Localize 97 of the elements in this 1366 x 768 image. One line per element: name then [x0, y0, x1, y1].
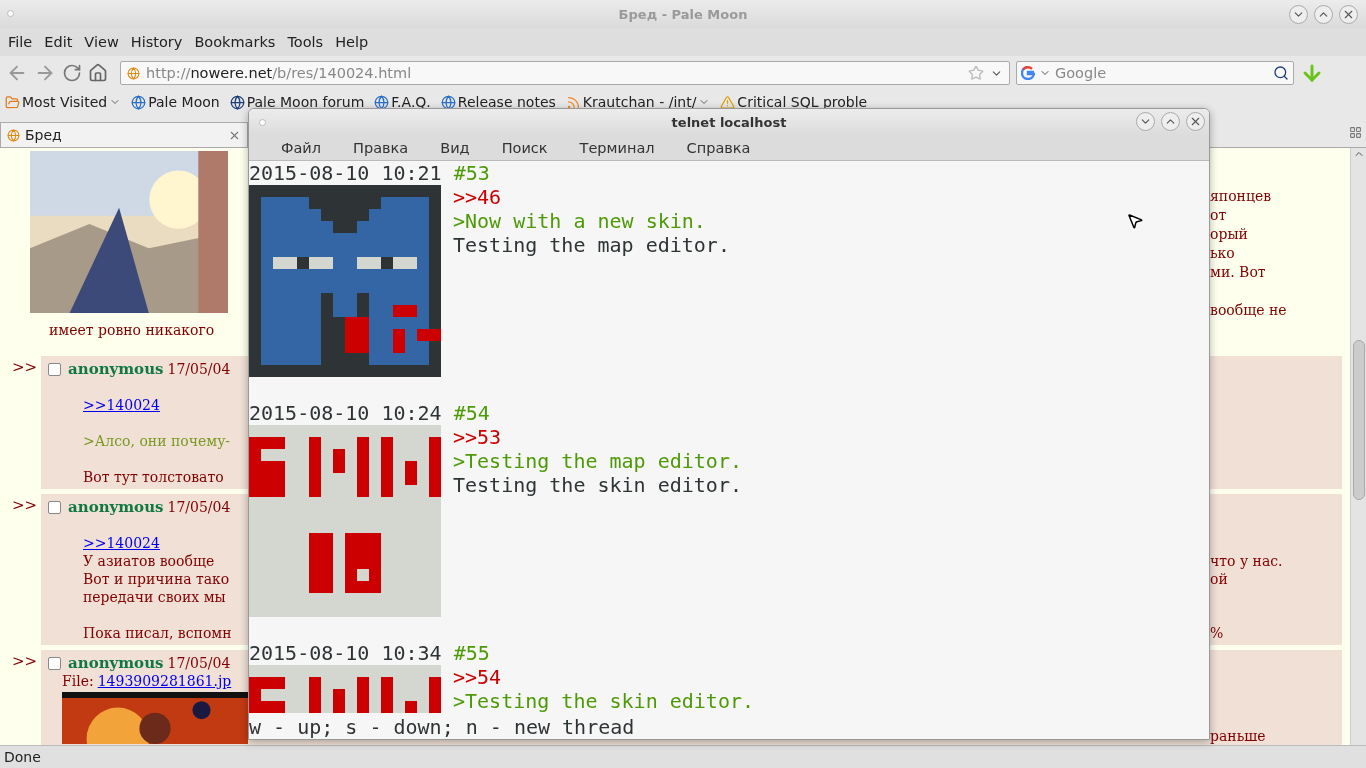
menu-item[interactable]: Bookmarks — [188, 34, 282, 50]
close-icon — [1189, 115, 1202, 128]
post-text: ой — [1210, 571, 1228, 587]
scrollbar-thumb[interactable] — [1352, 340, 1365, 500]
maximize-button[interactable] — [1314, 5, 1333, 24]
poster-name: anonymous — [68, 654, 164, 672]
post-number: #54 — [453, 401, 490, 425]
reply-marker: >> — [11, 651, 39, 672]
reload-icon[interactable] — [62, 63, 82, 83]
menu-item[interactable]: Help — [329, 34, 375, 50]
post-text: передачи своих мы — [83, 588, 226, 606]
menu-item[interactable]: Справка — [670, 139, 767, 156]
quote-text: >Testing the skin editor. — [453, 689, 755, 713]
file-link[interactable]: 1493909281861.jp — [97, 672, 232, 690]
post-text: раньше — [1210, 728, 1266, 744]
menu-item[interactable]: Tools — [281, 34, 330, 50]
post-text: японцев — [1210, 187, 1273, 206]
google-icon[interactable] — [1021, 66, 1035, 80]
post-checkbox[interactable] — [48, 656, 61, 670]
grid-icon[interactable] — [1349, 126, 1362, 139]
close-button[interactable] — [1339, 5, 1358, 24]
post-checkbox[interactable] — [48, 500, 61, 514]
reply-marker: >> — [11, 495, 39, 516]
window-menu-dot[interactable] — [7, 10, 14, 17]
menu-item[interactable]: File — [2, 34, 39, 50]
post-timestamp: 2015-08-10 10:24 — [249, 401, 442, 425]
feed-icon — [565, 94, 581, 110]
address-field[interactable]: http://nowere.net/b/res/140024.html — [120, 61, 1010, 85]
post-text: от — [1210, 206, 1228, 225]
search-icon[interactable] — [1273, 65, 1289, 81]
post-text: имеет ровно никакого — [49, 321, 216, 339]
menu-item[interactable]: Терминал — [563, 139, 671, 156]
browser-tab[interactable]: Бред — [0, 122, 248, 147]
bookmark-item[interactable]: Critical SQL proble — [720, 94, 868, 110]
close-button[interactable] — [1186, 112, 1205, 131]
post-link[interactable]: >>140024 — [83, 396, 160, 414]
key-hint-line: w - up; s - down; n - new thread — [249, 715, 636, 739]
quote-text: >Testing the map editor. — [453, 449, 742, 473]
post-link[interactable]: >>140024 — [83, 534, 160, 552]
post-checkbox[interactable] — [48, 362, 61, 376]
window-title: telnet localhost — [671, 114, 787, 130]
post-text: Testing the map editor. — [453, 233, 730, 257]
post-timestamp: 2015-08-10 10:21 — [249, 161, 442, 185]
menu-item[interactable]: Правка — [337, 139, 425, 156]
post-number: #55 — [453, 641, 490, 665]
post-text: ми. Вот — [1210, 263, 1267, 282]
menu-item[interactable]: View — [78, 34, 125, 50]
post-text: У азиатов вообще — [83, 552, 215, 570]
menu-item[interactable]: Файл — [265, 139, 338, 156]
globe-icon — [131, 94, 147, 110]
star-icon[interactable] — [968, 65, 984, 81]
bookmark-item[interactable]: Pale Moon — [131, 94, 220, 110]
globe-icon — [374, 94, 390, 110]
post-date: 17/05/04 — [167, 360, 231, 378]
post-text: Вот тут толстовато — [83, 468, 224, 486]
home-icon[interactable] — [88, 63, 108, 83]
post-number: #53 — [453, 161, 490, 185]
post-text: Testing the skin editor. — [453, 473, 742, 497]
window-menu-dot[interactable] — [259, 119, 266, 126]
poster-name: anonymous — [68, 498, 164, 516]
post-text: Пока писал, вспомн — [83, 624, 232, 642]
window-title: Бред - Pale Moon — [618, 6, 748, 22]
minimize-button[interactable] — [1136, 112, 1155, 131]
mouse-cursor-icon — [1126, 212, 1144, 230]
folder-icon — [5, 94, 20, 110]
post-date: 17/05/04 — [167, 654, 231, 672]
post-text: Вот и причина тако — [83, 570, 230, 588]
reply-marker: >> — [11, 357, 39, 378]
post-timestamp: 2015-08-10 10:34 — [249, 641, 442, 665]
minimize-button[interactable] — [1289, 5, 1308, 24]
bookmark-item[interactable]: Most Visited — [5, 94, 122, 110]
menu-item[interactable]: Поиск — [485, 139, 564, 156]
warning-icon — [720, 94, 736, 110]
file-label: File: — [62, 672, 94, 690]
bookmark-item[interactable]: Release notes — [440, 94, 556, 110]
close-icon — [1342, 8, 1355, 21]
post-text: ько — [1210, 244, 1236, 263]
poster-name: anonymous — [68, 360, 164, 378]
site-icon — [7, 128, 20, 142]
quote-text: >Now with a new skin. — [453, 209, 707, 233]
maximize-button[interactable] — [1161, 112, 1180, 131]
menu-item[interactable]: Вид — [424, 139, 486, 156]
site-icon — [127, 66, 140, 80]
post-text: орый — [1210, 225, 1249, 244]
status-text: Done — [0, 745, 1366, 768]
bookmark-item[interactable]: Krautchan - /int/ — [565, 94, 711, 110]
post-date: 17/05/04 — [167, 498, 231, 516]
menu-item[interactable]: Edit — [38, 34, 79, 50]
globe-icon — [229, 94, 245, 110]
post-text: что у нас. — [1210, 553, 1283, 569]
post-text: вообще не — [1210, 301, 1288, 320]
menu-item[interactable]: History — [124, 34, 189, 50]
bookmark-item[interactable]: F.A.Q. — [374, 94, 431, 110]
bookmark-item[interactable]: Pale Moon forum — [229, 94, 365, 110]
quote-text: >Алсо, они почему- — [83, 432, 231, 450]
globe-icon — [440, 94, 456, 110]
post-text: % — [1210, 625, 1224, 641]
